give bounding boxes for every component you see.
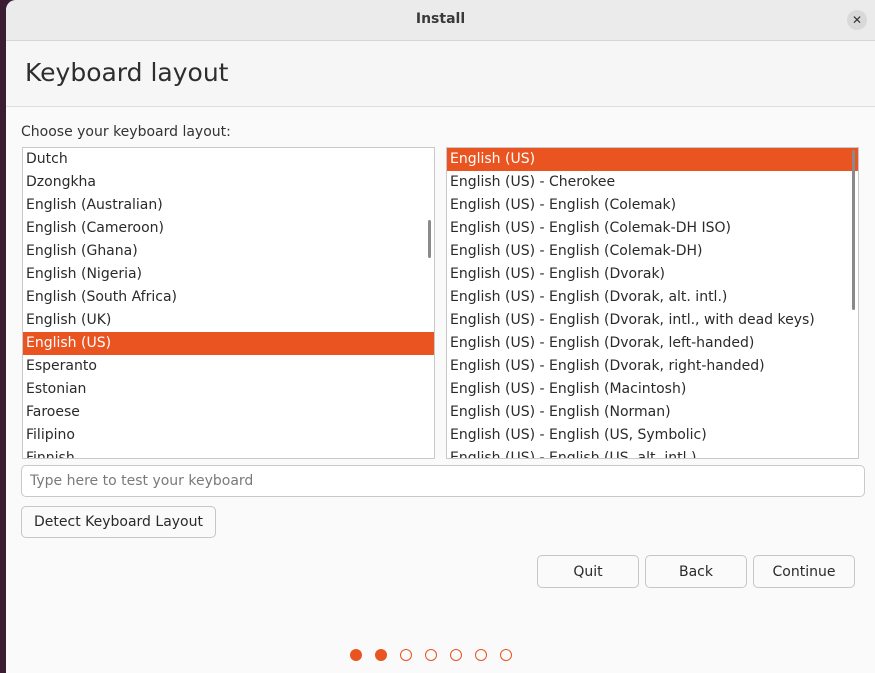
- variant-list-item[interactable]: English (US) - English (Dvorak, right-ha…: [447, 355, 858, 378]
- installer-window: Install ✕ Keyboard layout Choose your ke…: [6, 0, 875, 673]
- layout-list-item[interactable]: Esperanto: [23, 355, 434, 378]
- layout-list-item[interactable]: Dutch: [23, 148, 434, 171]
- layout-list-item[interactable]: English (Ghana): [23, 240, 434, 263]
- layout-list-item[interactable]: Estonian: [23, 378, 434, 401]
- quit-button-label: Quit: [573, 563, 603, 580]
- progress-step-dot: [400, 649, 412, 661]
- continue-button-label: Continue: [772, 563, 836, 580]
- back-button[interactable]: Back: [645, 555, 747, 588]
- progress-step-dot: [500, 649, 512, 661]
- keyboard-variant-list[interactable]: English (US) English (US) - Cherokee Engli…: [446, 147, 859, 459]
- layout-list-item[interactable]: English (US): [23, 332, 434, 355]
- progress-indicator: [350, 649, 512, 661]
- detect-button-label: Detect Keyboard Layout: [34, 514, 203, 530]
- variant-list-item[interactable]: English (US) - English (US, alt. intl.): [447, 447, 858, 458]
- layout-list-item[interactable]: Filipino: [23, 424, 434, 447]
- title-bar: Install ✕: [6, 0, 875, 41]
- variant-list-item[interactable]: English (US) - English (Dvorak, left-han…: [447, 332, 858, 355]
- variant-list-scrollbar[interactable]: [852, 150, 855, 310]
- variant-list-item[interactable]: English (US) - English (Colemak-DH ISO): [447, 217, 858, 240]
- variant-list-item[interactable]: English (US) - Cherokee: [447, 171, 858, 194]
- close-icon: ✕: [851, 13, 863, 27]
- variant-list-item[interactable]: English (US) - English (Dvorak, alt. int…: [447, 286, 858, 309]
- layout-list-item[interactable]: Dzongkha: [23, 171, 434, 194]
- back-button-label: Back: [679, 563, 713, 580]
- page-title: Keyboard layout: [25, 58, 229, 87]
- progress-step-dot: [350, 649, 362, 661]
- detect-keyboard-layout-button[interactable]: Detect Keyboard Layout: [21, 506, 216, 538]
- variant-list-item[interactable]: English (US) - English (Norman): [447, 401, 858, 424]
- window-title: Install: [415, 11, 466, 27]
- variant-list-item[interactable]: English (US) - English (Colemak): [447, 194, 858, 217]
- layout-list-item[interactable]: English (UK): [23, 309, 434, 332]
- layout-list-item[interactable]: Finnish: [23, 447, 434, 458]
- variant-list-item[interactable]: English (US): [447, 148, 858, 171]
- continue-button[interactable]: Continue: [753, 555, 855, 588]
- progress-step-dot: [450, 649, 462, 661]
- variant-list-item[interactable]: English (US) - English (US, Symbolic): [447, 424, 858, 447]
- close-button[interactable]: ✕: [847, 10, 867, 30]
- progress-step-dot: [425, 649, 437, 661]
- layout-list-item[interactable]: English (Nigeria): [23, 263, 434, 286]
- progress-step-dot: [475, 649, 487, 661]
- layout-prompt-label: Choose your keyboard layout:: [21, 124, 231, 140]
- layout-list-item[interactable]: English (Cameroon): [23, 217, 434, 240]
- layout-list-scrollbar[interactable]: [428, 220, 431, 258]
- layout-list-item[interactable]: English (South Africa): [23, 286, 434, 309]
- keyboard-layout-list[interactable]: Dutch Dzongkha English (Australian) English…: [22, 147, 435, 459]
- layout-list-item[interactable]: Faroese: [23, 401, 434, 424]
- variant-list-item[interactable]: English (US) - English (Dvorak): [447, 263, 858, 286]
- quit-button[interactable]: Quit: [537, 555, 639, 588]
- keyboard-test-input[interactable]: [21, 465, 865, 497]
- layout-list-item[interactable]: English (Australian): [23, 194, 434, 217]
- variant-list-item[interactable]: English (US) - English (Macintosh): [447, 378, 858, 401]
- variant-list-item[interactable]: English (US) - English (Dvorak, intl., w…: [447, 309, 858, 332]
- progress-step-dot: [375, 649, 387, 661]
- page-header: Keyboard layout: [6, 41, 875, 107]
- variant-list-item[interactable]: English (US) - English (Colemak-DH): [447, 240, 858, 263]
